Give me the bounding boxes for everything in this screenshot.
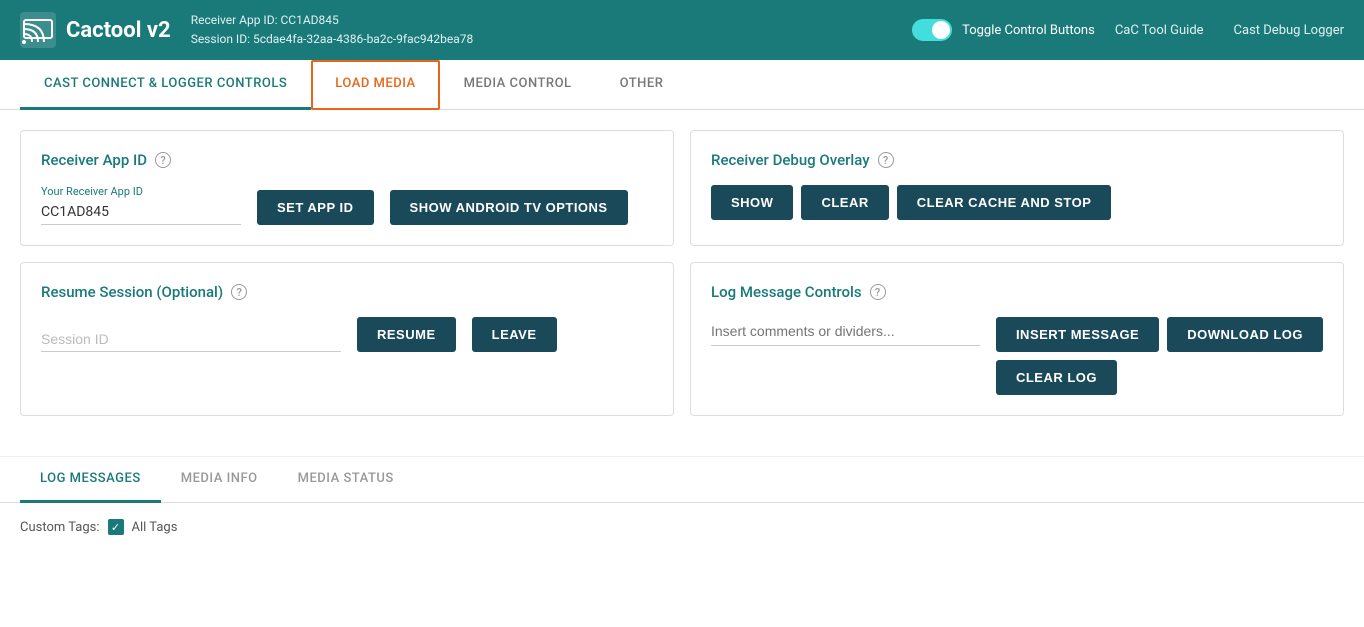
log-message-controls-title: Log Message Controls ? xyxy=(711,283,1323,301)
receiver-app-id-body: Your Receiver App ID CC1AD845 SET APP ID… xyxy=(41,185,653,225)
receiver-debug-help-icon[interactable]: ? xyxy=(878,152,894,168)
set-app-id-button[interactable]: SET APP ID xyxy=(257,190,374,225)
receiver-app-id-title: Receiver App ID ? xyxy=(41,151,653,169)
resume-button[interactable]: RESUME xyxy=(357,317,456,352)
receiver-debug-title: Receiver Debug Overlay ? xyxy=(711,151,1323,169)
resume-session-help-icon[interactable]: ? xyxy=(231,284,247,300)
receiver-debug-buttons: SHOW CLEAR CLEAR CACHE AND STOP xyxy=(711,185,1323,220)
insert-message-button[interactable]: INSERT MESSAGE xyxy=(996,317,1159,352)
nav-guide-link[interactable]: CaC Tool Guide xyxy=(1115,23,1204,38)
clear-cache-stop-button[interactable]: CLEAR CACHE AND STOP xyxy=(897,185,1112,220)
top-panels-row: Receiver App ID ? Your Receiver App ID C… xyxy=(20,130,1344,246)
resume-session-title: Resume Session (Optional) ? xyxy=(41,283,653,301)
resume-session-body: RESUME LEAVE xyxy=(41,317,653,352)
all-tags-checkbox[interactable] xyxy=(108,519,124,535)
receiver-app-id-help-icon[interactable]: ? xyxy=(155,152,171,168)
log-btn-row-bottom: CLEAR LOG xyxy=(996,360,1323,395)
log-tab-media-info[interactable]: MEDIA INFO xyxy=(161,457,278,503)
tab-media-control[interactable]: MEDIA CONTROL xyxy=(440,60,596,110)
log-controls-body: INSERT MESSAGE DOWNLOAD LOG CLEAR LOG xyxy=(711,317,1323,395)
log-tab-messages[interactable]: LOG MESSAGES xyxy=(20,457,161,503)
clear-log-button[interactable]: CLEAR LOG xyxy=(996,360,1117,395)
log-btn-col: INSERT MESSAGE DOWNLOAD LOG CLEAR LOG xyxy=(996,317,1323,395)
log-message-controls-panel: Log Message Controls ? INSERT MESSAGE DO… xyxy=(690,262,1344,416)
main-tabs: CAST CONNECT & LOGGER CONTROLS LOAD MEDI… xyxy=(0,60,1364,110)
toggle-area: Toggle Control Buttons xyxy=(912,19,1095,41)
session-id-info: Session ID: 5cdae4fa-32aa-4386-ba2c-9fac… xyxy=(191,30,882,49)
tab-other[interactable]: OTHER xyxy=(596,60,688,110)
receiver-app-id-input-value[interactable]: CC1AD845 xyxy=(41,200,241,225)
logo: Cactool v2 xyxy=(20,12,171,48)
show-android-tv-button[interactable]: SHOW ANDROID TV OPTIONS xyxy=(390,190,628,225)
receiver-app-id-input-col: Your Receiver App ID CC1AD845 xyxy=(41,185,241,225)
header-info: Receiver App ID: CC1AD845 Session ID: 5c… xyxy=(191,11,882,49)
toggle-switch[interactable] xyxy=(912,19,952,41)
log-tab-media-status[interactable]: MEDIA STATUS xyxy=(278,457,414,503)
custom-tags-label: Custom Tags: xyxy=(20,520,100,535)
clear-button[interactable]: CLEAR xyxy=(801,185,888,220)
download-log-button[interactable]: DOWNLOAD LOG xyxy=(1167,317,1323,352)
log-section: LOG MESSAGES MEDIA INFO MEDIA STATUS Cus… xyxy=(0,456,1364,551)
log-message-help-icon[interactable]: ? xyxy=(870,284,886,300)
all-tags-label: All Tags xyxy=(132,520,178,535)
session-id-input[interactable] xyxy=(41,327,341,352)
app-header: Cactool v2 Receiver App ID: CC1AD845 Ses… xyxy=(0,0,1364,60)
bottom-panels-row: Resume Session (Optional) ? RESUME LEAVE… xyxy=(20,262,1344,416)
custom-tags-row: Custom Tags: All Tags xyxy=(0,503,1364,551)
log-comment-input[interactable] xyxy=(711,317,980,346)
leave-button[interactable]: LEAVE xyxy=(472,317,557,352)
receiver-app-id-input-label: Your Receiver App ID xyxy=(41,185,241,198)
main-content: Receiver App ID ? Your Receiver App ID C… xyxy=(0,110,1364,452)
log-tabs: LOG MESSAGES MEDIA INFO MEDIA STATUS xyxy=(0,457,1364,503)
receiver-app-id-info: Receiver App ID: CC1AD845 xyxy=(191,11,882,30)
show-button[interactable]: SHOW xyxy=(711,185,793,220)
tab-cast-connect[interactable]: CAST CONNECT & LOGGER CONTROLS xyxy=(20,60,311,110)
header-nav: CaC Tool Guide Cast Debug Logger xyxy=(1115,23,1344,38)
log-btn-row-top: INSERT MESSAGE DOWNLOAD LOG xyxy=(996,317,1323,352)
receiver-app-id-panel: Receiver App ID ? Your Receiver App ID C… xyxy=(20,130,674,246)
logo-text: Cactool v2 xyxy=(66,18,171,43)
tab-load-media[interactable]: LOAD MEDIA xyxy=(311,60,439,110)
resume-session-panel: Resume Session (Optional) ? RESUME LEAVE xyxy=(20,262,674,416)
receiver-debug-panel: Receiver Debug Overlay ? SHOW CLEAR CLEA… xyxy=(690,130,1344,246)
nav-logger-link[interactable]: Cast Debug Logger xyxy=(1234,23,1344,38)
toggle-label: Toggle Control Buttons xyxy=(962,23,1095,38)
cast-logo-icon xyxy=(20,12,56,48)
